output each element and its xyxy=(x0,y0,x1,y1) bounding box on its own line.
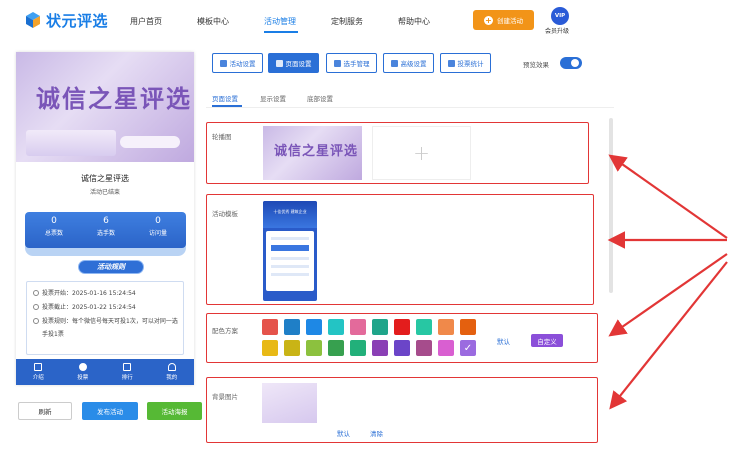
annotation-arrows xyxy=(607,154,728,410)
arrow-to-colors xyxy=(608,253,728,337)
arrow-to-carousel xyxy=(608,154,728,239)
arrow-to-background xyxy=(609,261,728,410)
